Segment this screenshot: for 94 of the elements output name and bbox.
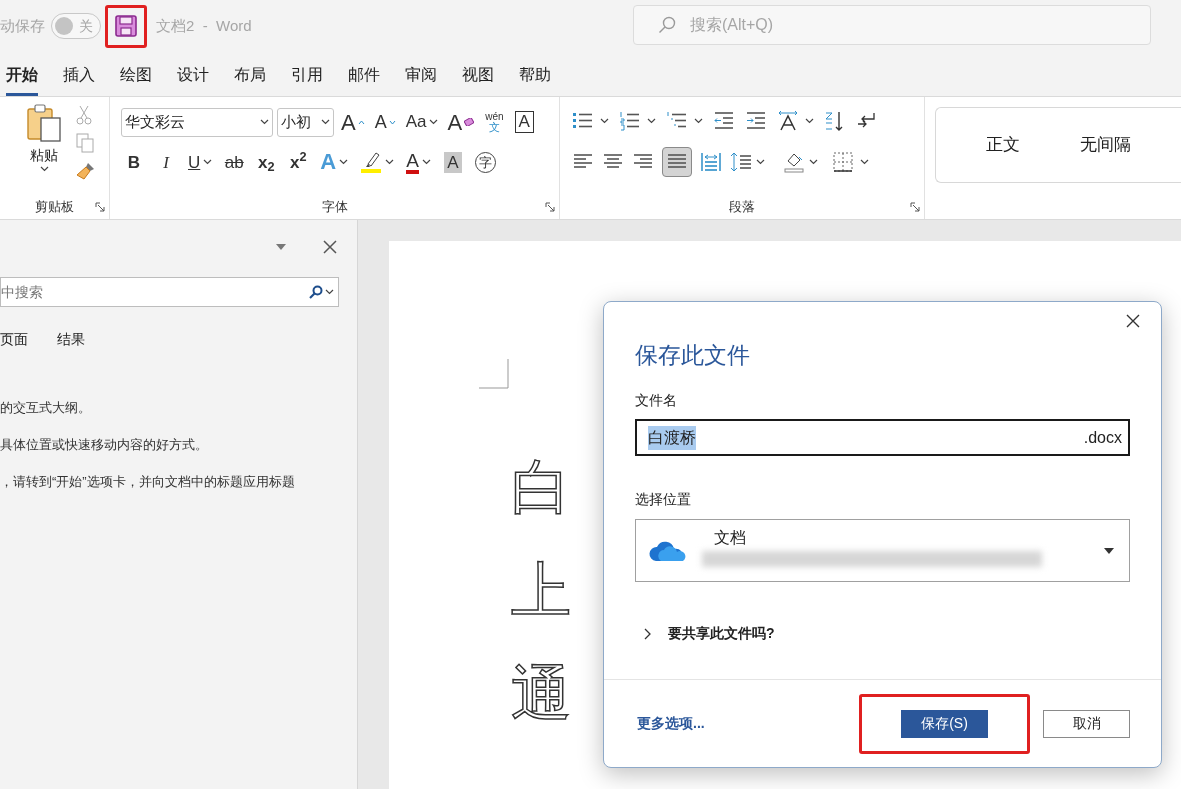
font-color-button[interactable]: A [403, 148, 434, 176]
ribbon-tab[interactable]: 引用 [291, 56, 323, 96]
caret-icon [39, 166, 49, 172]
clear-format-button[interactable]: A [444, 108, 478, 136]
caret-icon [325, 289, 334, 295]
shrink-font-button[interactable]: A [371, 108, 399, 136]
more-options-link[interactable]: 更多选项... [637, 713, 705, 734]
caret-icon [203, 159, 213, 165]
style-option[interactable]: 正文 [986, 132, 1020, 158]
dialog-title: 保存此文件 [635, 341, 751, 369]
caret-up-icon [357, 119, 365, 125]
group-label: 段落 [729, 198, 755, 217]
paint-bucket-icon[interactable] [783, 151, 805, 173]
filename-field[interactable]: 白渡桥 .docx [635, 419, 1130, 456]
autosave-label: 动保存 [0, 15, 45, 36]
style-option[interactable]: 无间隔 [1080, 132, 1131, 158]
chevron-right-icon [644, 627, 652, 640]
search-icon [658, 16, 676, 34]
location-name: 文档 [713, 528, 747, 547]
clipboard-icon [26, 103, 62, 143]
pane-tab[interactable]: 结果 [57, 329, 85, 354]
pane-tab[interactable]: 页面 [0, 329, 28, 354]
script-button[interactable]: x$^{2}$ [285, 148, 312, 176]
outlined-character: 上 [511, 558, 572, 624]
outlined-character: 白 [511, 455, 572, 521]
launcher-icon[interactable] [545, 202, 555, 212]
strikethrough-button[interactable]: ab [221, 148, 248, 176]
bold-button[interactable]: B [121, 148, 147, 176]
search-icon [309, 285, 323, 299]
caret-icon [428, 119, 438, 125]
save-button[interactable]: 保存(S) [901, 709, 988, 738]
caret-icon [600, 118, 609, 124]
italic-button[interactable]: I [153, 148, 179, 176]
change-case-button[interactable]: Aa [402, 108, 441, 136]
caret-icon [860, 159, 869, 165]
phonetic-guide-button[interactable]: wén 文 [481, 107, 508, 137]
document-title: 文档2 - Word [156, 15, 252, 36]
margin-corner-mark [479, 359, 509, 389]
group-label: 字体 [321, 198, 348, 217]
field-label: 选择位置 [635, 490, 692, 509]
caret-icon [805, 118, 814, 124]
ribbon-tab[interactable]: 设计 [177, 56, 209, 96]
ribbon-tab[interactable]: 布局 [234, 56, 266, 96]
paste-button[interactable]: 粘贴 [24, 103, 64, 172]
caret-icon [809, 159, 818, 165]
pane-message: 的交互式大纲。 [0, 399, 92, 417]
ribbon-tab[interactable]: 绘图 [120, 56, 152, 96]
increase-indent-icon[interactable] [745, 110, 767, 132]
ribbon-tab[interactable]: 审阅 [405, 56, 437, 96]
dropdown-icon [1104, 547, 1114, 554]
ribbon-tab[interactable]: 插入 [63, 56, 95, 96]
close-icon[interactable] [1126, 314, 1140, 328]
ribbon-tab[interactable]: 视图 [462, 56, 494, 96]
font-size-field[interactable]: 小初 [277, 107, 334, 137]
caret-icon [694, 118, 703, 124]
brush-icon[interactable] [76, 161, 96, 181]
ribbon-tab[interactable]: 帮助 [519, 56, 551, 96]
caret-down-icon [388, 119, 396, 125]
caret-icon [647, 118, 656, 124]
field-label: 文件名 [635, 391, 678, 410]
caret-icon [339, 159, 349, 165]
ribbon-tab[interactable]: 邮件 [348, 56, 380, 96]
close-icon[interactable] [323, 240, 337, 254]
borders-icon[interactable] [832, 151, 854, 173]
text-direction-icon[interactable] [777, 110, 799, 132]
launcher-icon[interactable] [910, 202, 920, 212]
numbering-icon[interactable] [619, 110, 641, 132]
share-expander[interactable]: 要共享此文件吗? [644, 623, 775, 644]
caret-icon [385, 159, 395, 165]
distribute-icon[interactable] [700, 151, 722, 173]
group-label: 剪贴板 [35, 198, 74, 217]
pane-message: ，请转到“开始”选项卡，并向文档中的标题应用标题 [0, 473, 296, 491]
search-field[interactable]: 中搜索 [0, 277, 339, 307]
outlined-character: 通 [511, 661, 572, 727]
justify-button[interactable] [662, 147, 692, 177]
highlighter-icon [360, 150, 383, 174]
caret-icon [260, 119, 269, 125]
caret-icon [756, 159, 765, 165]
justify-icon [667, 153, 687, 171]
launcher-icon[interactable] [95, 202, 105, 212]
grow-font-button[interactable]: A [338, 108, 368, 136]
save-icon[interactable] [115, 15, 137, 37]
script-button[interactable]: x$_{2}$ [253, 148, 280, 176]
pane-message: 具体位置或快速移动内容的好方式。 [0, 436, 209, 454]
dropdown-icon[interactable] [275, 243, 287, 251]
decrease-indent-icon[interactable] [713, 110, 735, 132]
line-spacing-icon[interactable] [730, 151, 752, 173]
caret-icon [321, 119, 330, 125]
caret-icon [421, 159, 431, 165]
cancel-button[interactable]: 取消 [1043, 709, 1130, 738]
underline-button[interactable]: U [185, 148, 216, 176]
location-dropdown[interactable]: 文档 [635, 519, 1130, 582]
eraser-icon [464, 118, 475, 126]
font-name-field[interactable]: 华文彩云 [121, 107, 273, 137]
